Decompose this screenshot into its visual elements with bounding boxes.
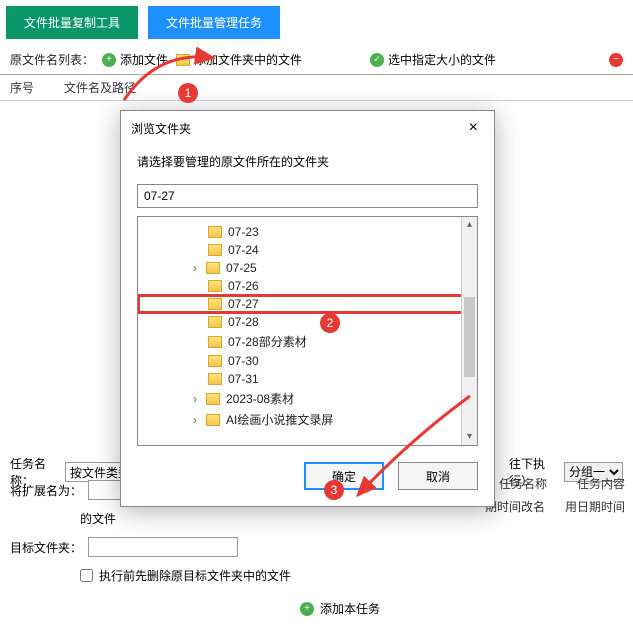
annotation-1: 1 — [178, 83, 198, 103]
tree-item-label: 07-28 — [228, 315, 259, 329]
add-file-label: 添加文件 — [120, 51, 168, 68]
folder-icon — [208, 280, 222, 292]
close-icon[interactable]: × — [463, 119, 484, 137]
scrollbar-vertical[interactable]: ▴ ▾ — [461, 217, 477, 445]
tree-item-label: 07-23 — [228, 225, 259, 239]
rt-col-taskcontent: 任务内容 — [577, 475, 625, 492]
manage-task-button[interactable]: 文件批量管理任务 — [148, 6, 280, 39]
folder-icon — [206, 414, 220, 426]
plus-icon: + — [300, 602, 314, 616]
delete-before-label: 执行前先删除原目标文件夹中的文件 — [99, 567, 291, 584]
folder-icon — [208, 226, 222, 238]
target-folder-input[interactable] — [88, 537, 238, 557]
task-name-input[interactable] — [65, 462, 125, 482]
toolbar: 原文件名列表： + 添加文件 添加文件夹中的文件 ✓ 选中指定大小的文件 − — [0, 45, 633, 75]
tree-item[interactable]: › AI绘画小说推文录屏 — [138, 409, 477, 430]
folder-icon — [208, 316, 222, 328]
rt-use-date: 用日期时间 — [565, 498, 625, 515]
folder-icon — [176, 54, 190, 66]
tree-item[interactable]: › 2023-08素材 — [138, 388, 477, 409]
folder-icon — [208, 336, 222, 348]
add-task-button[interactable]: + 添加本任务 — [300, 600, 380, 617]
source-list-label: 原文件名列表： — [10, 51, 94, 68]
add-folder-files-button[interactable]: 添加文件夹中的文件 — [176, 51, 302, 68]
add-folder-label: 添加文件夹中的文件 — [194, 51, 302, 68]
dialog-message: 请选择要管理的原文件所在的文件夹 — [137, 153, 478, 170]
add-task-label: 添加本任务 — [320, 600, 380, 617]
minus-icon: − — [609, 53, 623, 67]
list-header: 序号 文件名及路径 — [0, 75, 633, 101]
tree-item-label: 07-30 — [228, 354, 259, 368]
folder-icon — [208, 373, 222, 385]
scroll-down-icon[interactable]: ▾ — [462, 429, 477, 445]
col-seq: 序号 — [10, 79, 34, 96]
tree-item-label: 07-24 — [228, 243, 259, 257]
ext-suffix-label: 的文件 — [80, 510, 116, 527]
tree-item-label: 07-28部分素材 — [228, 333, 307, 350]
tree-item-label: 07-26 — [228, 279, 259, 293]
target-folder-label: 目标文件夹： — [10, 539, 82, 556]
scrollbar-thumb[interactable] — [464, 297, 475, 377]
tree-item[interactable]: 07-27 — [138, 295, 477, 313]
tree-item[interactable]: 07-30 — [138, 352, 477, 370]
tree-item[interactable]: › 07-25 — [138, 259, 477, 277]
folder-tree[interactable]: 07-23 07-24 › 07-25 07-26 07-27 07-28 07-28部分素材… — [137, 216, 478, 446]
chevron-right-icon: › — [190, 261, 200, 275]
dialog-title: 浏览文件夹 — [131, 120, 191, 137]
tree-item[interactable]: 07-31 — [138, 370, 477, 388]
folder-path-input[interactable] — [137, 184, 478, 208]
browse-folder-dialog: 浏览文件夹 × 请选择要管理的原文件所在的文件夹 07-2307-24›07-2… — [120, 110, 495, 507]
ok-button[interactable]: 确定 — [304, 462, 384, 490]
folder-icon — [208, 355, 222, 367]
cancel-button[interactable]: 取消 — [398, 462, 478, 490]
add-file-button[interactable]: + 添加文件 — [102, 51, 168, 68]
annotation-3: 3 — [324, 480, 344, 500]
tree-item-label: AI绘画小说推文录屏 — [226, 411, 333, 428]
tree-item[interactable]: 07-24 — [138, 241, 477, 259]
folder-icon — [208, 244, 222, 256]
chevron-right-icon: › — [190, 413, 200, 427]
tree-item[interactable]: 07-23 — [138, 223, 477, 241]
right-row: 期时间改名 用日期时间 — [485, 498, 625, 515]
chevron-right-icon: › — [190, 392, 200, 406]
tree-item[interactable]: 07-26 — [138, 277, 477, 295]
tree-item-label: 07-25 — [226, 261, 257, 275]
copy-tool-button[interactable]: 文件批量复制工具 — [6, 6, 138, 39]
tree-item-label: 2023-08素材 — [226, 390, 294, 407]
delete-before-checkbox[interactable] — [80, 569, 93, 582]
folder-icon — [206, 393, 220, 405]
select-by-size-button[interactable]: ✓ 选中指定大小的文件 — [370, 51, 496, 68]
annotation-2: 2 — [320, 313, 340, 333]
tree-item[interactable]: 07-28 — [138, 313, 477, 331]
remove-button[interactable]: − — [609, 53, 623, 67]
rt-col-taskname: 任务名称 — [499, 475, 547, 492]
tree-item-label: 07-31 — [228, 372, 259, 386]
ext-label: 将扩展名为： — [10, 482, 82, 499]
tree-item[interactable]: 07-28部分素材 — [138, 331, 477, 352]
check-icon: ✓ — [370, 53, 384, 67]
right-headers: 任务名称 任务内容 — [499, 475, 625, 492]
select-size-label: 选中指定大小的文件 — [388, 51, 496, 68]
plus-icon: + — [102, 53, 116, 67]
folder-icon — [208, 298, 222, 310]
tree-item-label: 07-27 — [228, 297, 259, 311]
folder-icon — [206, 262, 220, 274]
scroll-up-icon[interactable]: ▴ — [462, 217, 477, 233]
col-path: 文件名及路径 — [64, 79, 136, 96]
